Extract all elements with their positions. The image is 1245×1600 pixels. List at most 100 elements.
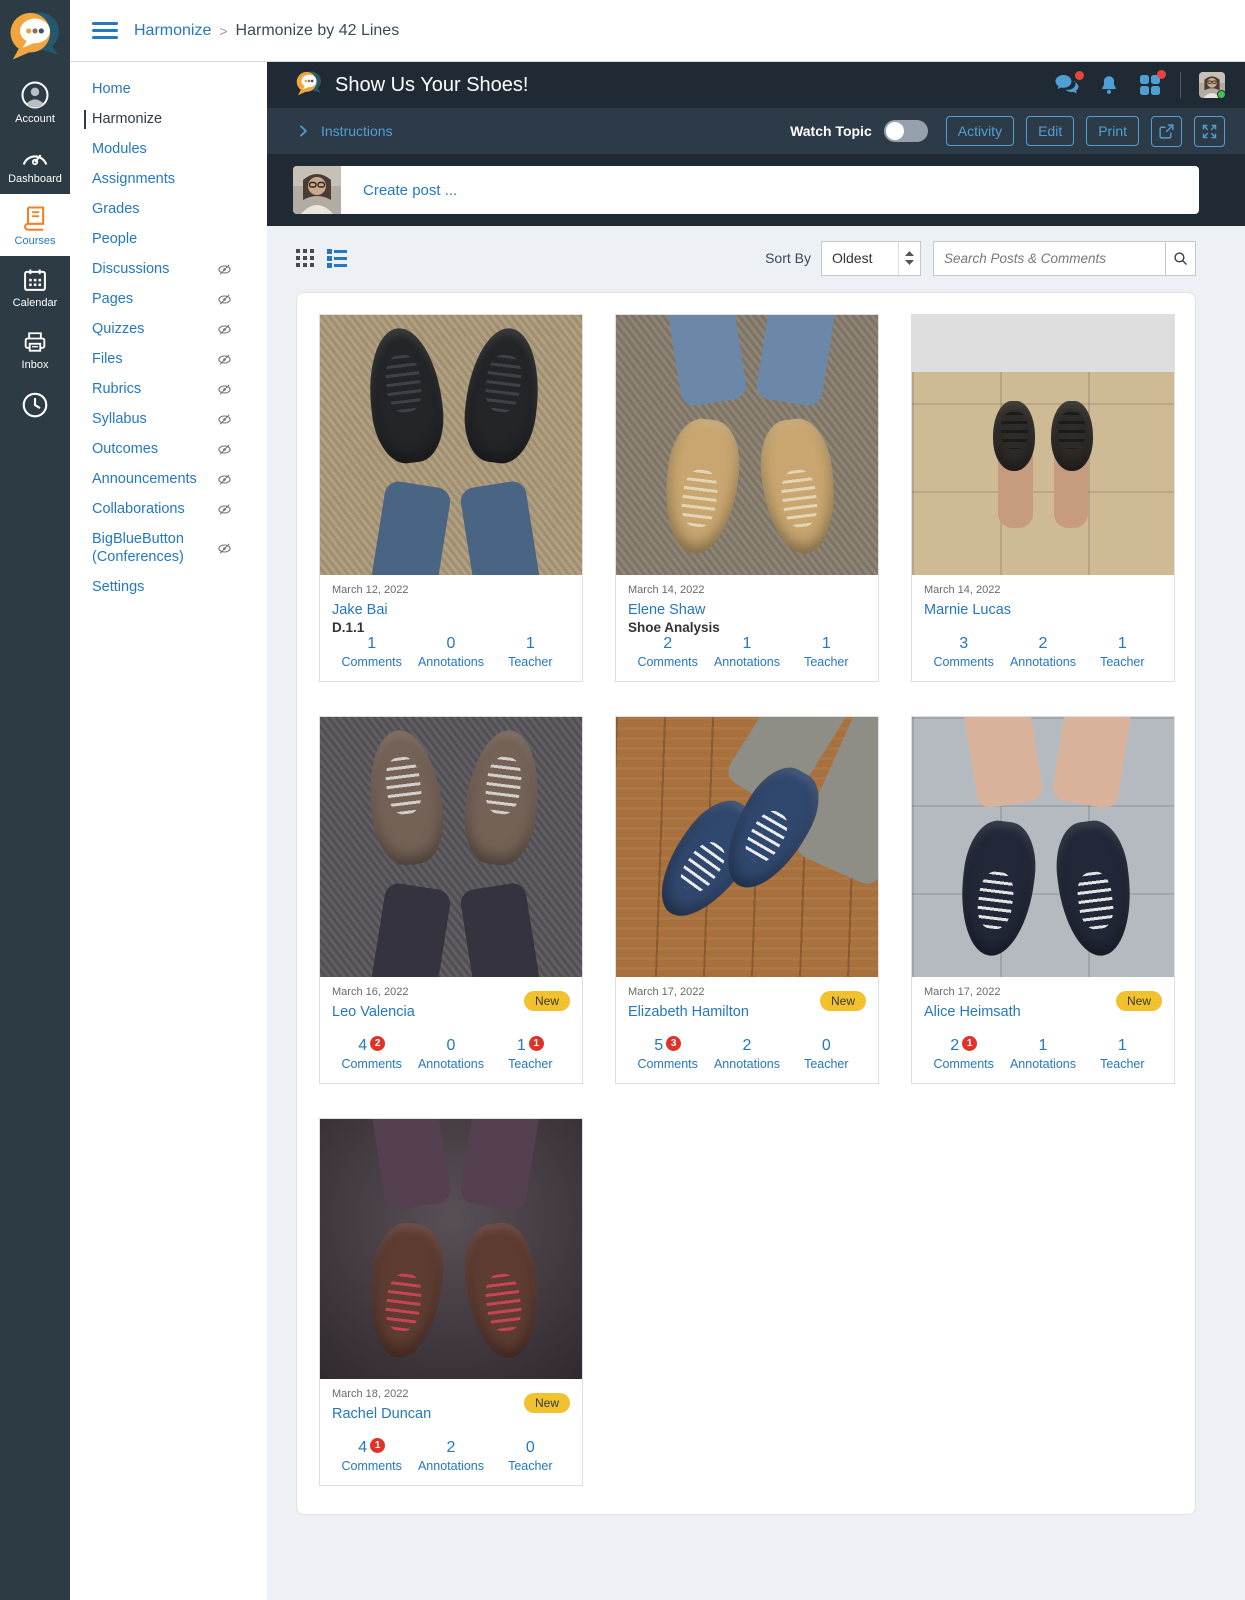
- course-nav-grades[interactable]: Grades: [92, 200, 232, 219]
- hidden-eye-icon: [217, 292, 232, 307]
- hamburger-menu-icon[interactable]: [92, 22, 118, 39]
- comments-stat[interactable]: 1 Comments: [332, 635, 411, 669]
- global-nav-inbox[interactable]: Inbox: [0, 318, 70, 380]
- post-author-link[interactable]: Jake Bai: [332, 602, 388, 618]
- course-nav-outcomes[interactable]: Outcomes: [92, 440, 232, 459]
- watch-topic-label: Watch Topic: [790, 123, 872, 139]
- hidden-eye-icon: [217, 541, 232, 556]
- comments-stat[interactable]: 5 3 Comments: [628, 1036, 707, 1071]
- course-nav-pages[interactable]: Pages: [92, 290, 232, 309]
- course-nav-home[interactable]: Home: [92, 80, 232, 99]
- course-nav-collaborations[interactable]: Collaborations: [92, 500, 232, 519]
- print-button[interactable]: Print: [1086, 116, 1139, 146]
- watch-topic-toggle[interactable]: [883, 120, 928, 142]
- course-nav-assignments[interactable]: Assignments: [92, 170, 232, 189]
- post-photo[interactable]: [320, 315, 582, 575]
- global-nav-courses[interactable]: Courses: [0, 194, 70, 256]
- harmonize-logo[interactable]: [0, 0, 70, 70]
- breadcrumb-course-link[interactable]: Harmonize: [134, 22, 211, 40]
- sort-select[interactable]: Oldest: [821, 240, 921, 276]
- global-nav-dashboard[interactable]: Dashboard: [0, 134, 70, 194]
- post-card[interactable]: March 18, 2022 New Rachel Duncan 4 1 Comme…: [319, 1118, 583, 1486]
- course-nav-discussions[interactable]: Discussions: [92, 260, 232, 279]
- user-avatar[interactable]: [1199, 72, 1225, 98]
- open-external-button[interactable]: [1151, 115, 1182, 147]
- teacher-stat[interactable]: 0 Teacher: [787, 1037, 866, 1071]
- activity-button[interactable]: Activity: [945, 116, 1015, 146]
- notification-dot: [1075, 71, 1084, 80]
- course-nav-files[interactable]: Files: [92, 350, 232, 369]
- new-badge: New: [819, 991, 866, 1011]
- post-photo[interactable]: [320, 1119, 582, 1379]
- comments-stat[interactable]: 3 Comments: [924, 635, 1003, 669]
- post-card[interactable]: March 14, 2022 Marnie Lucas 3 Comments 2A…: [911, 314, 1175, 682]
- conversations-icon[interactable]: [1054, 71, 1084, 96]
- post-author-link[interactable]: Leo Valencia: [332, 1004, 415, 1020]
- search-button[interactable]: [1165, 240, 1196, 276]
- post-card[interactable]: March 17, 2022 New Elizabeth Hamilton 53…: [615, 716, 879, 1084]
- dashboard-icon: [20, 144, 50, 170]
- teacher-stat[interactable]: 1 Teacher: [787, 635, 866, 669]
- annotations-stat[interactable]: 2 Annotations: [707, 1037, 786, 1071]
- list-view-icon[interactable]: [327, 248, 347, 268]
- harmonize-topic-logo-icon: [295, 69, 323, 102]
- global-nav-history[interactable]: [0, 380, 70, 429]
- annotations-stat[interactable]: 0 Annotations: [411, 1037, 490, 1071]
- post-photo[interactable]: [912, 717, 1174, 977]
- course-nav-quizzes[interactable]: Quizzes: [92, 320, 232, 339]
- annotations-stat[interactable]: 1 Annotations: [707, 635, 786, 669]
- breadcrumb-current-page: Harmonize by 42 Lines: [235, 21, 400, 39]
- post-author-link[interactable]: Rachel Duncan: [332, 1406, 431, 1422]
- teacher-stat[interactable]: 1 Teacher: [491, 635, 570, 669]
- comments-stat[interactable]: 4 1 Comments: [332, 1438, 411, 1473]
- annotations-stat[interactable]: 1 Annotations: [1003, 1037, 1082, 1071]
- annotations-stat[interactable]: 2 Annotations: [411, 1439, 490, 1473]
- course-nav-settings[interactable]: Settings: [92, 577, 232, 596]
- teacher-stat[interactable]: 1 1 Teacher: [491, 1036, 570, 1071]
- course-nav-bigbluebutton[interactable]: BigBlueButton (Conferences): [92, 530, 232, 566]
- course-nav-modules[interactable]: Modules: [92, 140, 232, 159]
- post-photo[interactable]: [616, 717, 878, 977]
- external-link-icon: [1159, 123, 1174, 139]
- course-nav-people[interactable]: People: [92, 230, 232, 249]
- post-author-link[interactable]: Elizabeth Hamilton: [628, 1004, 749, 1020]
- annotations-stat[interactable]: 0 Annotations: [411, 635, 490, 669]
- post-author-link[interactable]: Alice Heimsath: [924, 1004, 1021, 1020]
- post-card[interactable]: March 16, 2022 New Leo Valencia 4 2 Commen…: [319, 716, 583, 1084]
- post-date: March 14, 2022: [924, 584, 1001, 596]
- instructions-toggle[interactable]: Instructions: [295, 123, 393, 139]
- post-photo[interactable]: [912, 315, 1174, 575]
- post-card[interactable]: March 12, 2022 Jake Bai D.1.1 1 Comments …: [319, 314, 583, 682]
- course-nav-rubrics[interactable]: Rubrics: [92, 380, 232, 399]
- calendar-icon: [21, 266, 49, 294]
- post-author-link[interactable]: Elene Shaw: [628, 602, 705, 618]
- apps-grid-icon[interactable]: [1138, 70, 1166, 97]
- course-nav-syllabus[interactable]: Syllabus: [92, 410, 232, 429]
- new-badge: New: [523, 991, 570, 1011]
- edit-button[interactable]: Edit: [1026, 116, 1075, 146]
- search-input[interactable]: [933, 240, 1165, 276]
- hidden-eye-icon: [217, 262, 232, 277]
- post-card[interactable]: March 17, 2022 New Alice Heimsath 2 1 Comm…: [911, 716, 1175, 1084]
- grid-view-icon[interactable]: [296, 248, 315, 268]
- teacher-stat[interactable]: 0 Teacher: [491, 1439, 570, 1473]
- create-post-bar[interactable]: Create post ...: [293, 166, 1199, 214]
- course-nav-announcements[interactable]: Announcements: [92, 470, 232, 489]
- annotations-stat[interactable]: 2 Annotations: [1003, 635, 1082, 669]
- post-photo[interactable]: [320, 717, 582, 977]
- comments-stat[interactable]: 4 2 Comments: [332, 1036, 411, 1071]
- post-photo[interactable]: [616, 315, 878, 575]
- chevron-right-icon: [295, 123, 311, 139]
- global-nav-label: Dashboard: [8, 173, 62, 185]
- comments-stat[interactable]: 2 1 Comments: [924, 1036, 1003, 1071]
- course-nav-harmonize[interactable]: Harmonize: [84, 110, 232, 129]
- post-author-link[interactable]: Marnie Lucas: [924, 602, 1011, 618]
- teacher-stat[interactable]: 1 Teacher: [1083, 635, 1162, 669]
- comments-stat[interactable]: 2 Comments: [628, 635, 707, 669]
- fullscreen-button[interactable]: [1194, 115, 1225, 147]
- global-nav-account[interactable]: Account: [0, 70, 70, 134]
- teacher-stat[interactable]: 1 Teacher: [1083, 1037, 1162, 1071]
- bell-icon[interactable]: [1098, 73, 1120, 97]
- post-card[interactable]: March 14, 2022 Elene Shaw Shoe Analysis …: [615, 314, 879, 682]
- global-nav-calendar[interactable]: Calendar: [0, 256, 70, 318]
